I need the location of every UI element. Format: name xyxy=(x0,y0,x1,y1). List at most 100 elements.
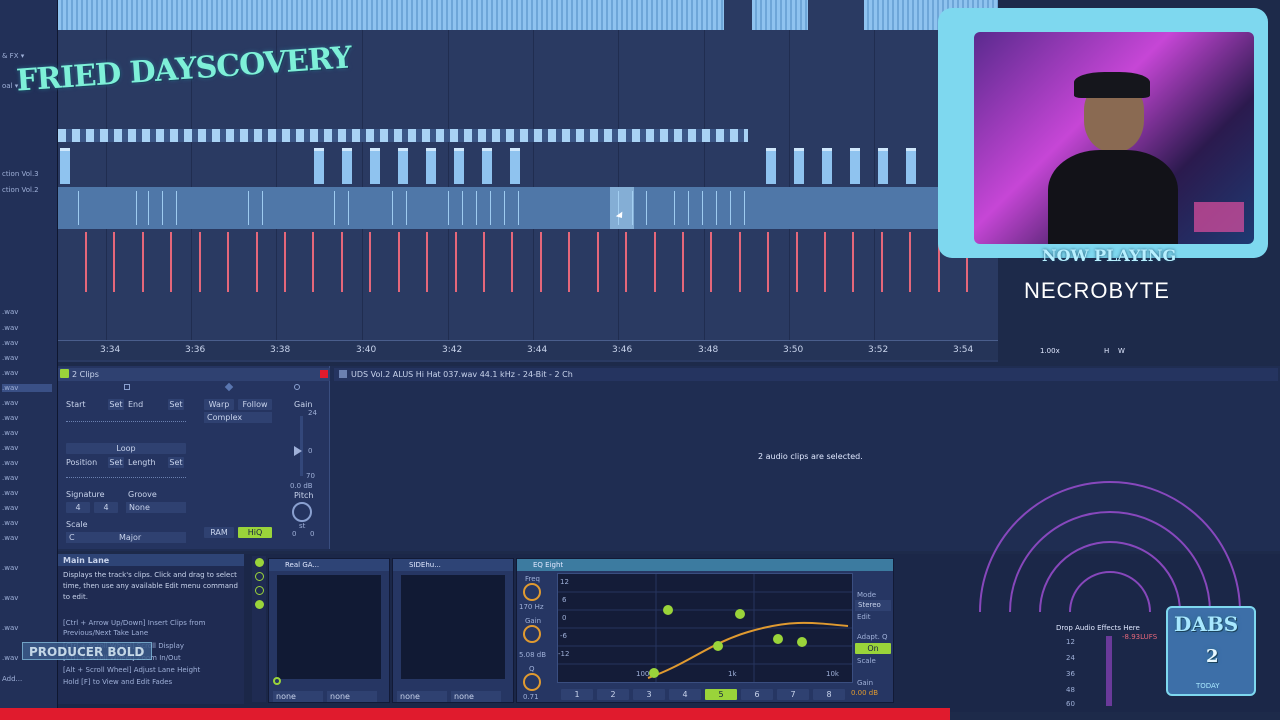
routing-dropdown[interactable]: none xyxy=(451,691,501,702)
eq-band-button[interactable]: 7 xyxy=(777,689,809,700)
scale-mode-dropdown[interactable]: Major xyxy=(116,532,186,543)
audio-clip[interactable] xyxy=(60,148,70,184)
audio-clip[interactable] xyxy=(426,148,436,184)
browser-item[interactable]: .wav xyxy=(2,489,18,497)
position-length-fields[interactable] xyxy=(66,470,186,478)
warp-button[interactable]: Warp xyxy=(204,399,234,410)
readout-button[interactable]: H xyxy=(1104,347,1109,355)
chain-icon[interactable] xyxy=(255,572,264,581)
browser-item[interactable]: & FX ▾ xyxy=(2,52,24,60)
audio-clip[interactable] xyxy=(878,148,888,184)
audio-clip[interactable] xyxy=(454,148,464,184)
audio-clip[interactable] xyxy=(794,148,804,184)
eq-curve[interactable] xyxy=(558,574,852,682)
pitch-coarse[interactable]: 0 xyxy=(292,530,296,538)
browser-item[interactable]: .wav xyxy=(2,354,18,362)
tempo-readout[interactable]: 1.00x xyxy=(1040,347,1060,355)
browser-item[interactable]: .wav xyxy=(2,534,18,542)
scale-root-dropdown[interactable]: C xyxy=(66,532,116,543)
browser-item[interactable]: .wav xyxy=(2,399,18,407)
audio-clip[interactable] xyxy=(58,0,724,30)
eq-adapt-toggle[interactable]: On xyxy=(855,643,891,654)
eq-band-button[interactable]: 3 xyxy=(633,689,665,700)
browser-item[interactable]: .wav xyxy=(2,369,18,377)
pitch-fine[interactable]: 0 xyxy=(310,530,314,538)
readout-button[interactable]: W xyxy=(1118,347,1125,355)
device-activator[interactable] xyxy=(255,558,264,567)
groove-dropdown[interactable]: None xyxy=(126,502,186,513)
browser-item[interactable]: .wav xyxy=(2,564,18,572)
audio-clip[interactable] xyxy=(752,0,808,30)
audio-clip[interactable] xyxy=(822,148,832,184)
routing-dropdown[interactable]: none xyxy=(273,691,323,702)
audio-clip[interactable] xyxy=(510,148,520,184)
eq-band-button-selected[interactable]: 5 xyxy=(705,689,737,700)
warp-mode-dropdown[interactable]: Complex xyxy=(204,412,272,423)
expand-icon[interactable] xyxy=(124,384,130,390)
browser-item[interactable]: .wav xyxy=(2,624,18,632)
ram-button[interactable]: RAM xyxy=(204,527,234,538)
selected-audio-lane[interactable] xyxy=(58,187,938,229)
gain-knob[interactable] xyxy=(523,625,541,643)
loop-button[interactable]: Loop xyxy=(66,443,186,454)
start-set-button[interactable]: Set xyxy=(108,399,124,410)
device-eq-eight[interactable]: EQ Eight Freq 170 Hz Gain 5.08 dB Q 0.71 xyxy=(516,558,894,703)
browser-item[interactable]: .wav xyxy=(2,429,18,437)
browser-item[interactable]: .wav xyxy=(2,459,18,467)
hiq-button[interactable]: HiQ xyxy=(238,527,272,538)
audio-clip[interactable] xyxy=(370,148,380,184)
browser-item[interactable]: .wav xyxy=(2,339,18,347)
eq-band-button[interactable]: 2 xyxy=(597,689,629,700)
device-real-ga[interactable]: Real GA... none none xyxy=(268,558,390,703)
chain-icon[interactable] xyxy=(255,600,264,609)
routing-dropdown[interactable]: none xyxy=(327,691,377,702)
eq-band-button[interactable]: 4 xyxy=(669,689,701,700)
browser-item-selected[interactable]: .wav xyxy=(2,384,52,392)
browser-item[interactable]: ction Vol.3 xyxy=(2,170,39,178)
browser-item[interactable]: .wav xyxy=(2,414,18,422)
gain-handle-icon[interactable] xyxy=(294,446,302,456)
midi-clip-row[interactable] xyxy=(58,129,748,142)
save-icon[interactable] xyxy=(294,384,300,390)
signature-numerator[interactable]: 4 xyxy=(66,502,90,513)
browser-item[interactable]: .wav xyxy=(2,504,18,512)
drop-effects-hint[interactable]: Drop Audio Effects Here xyxy=(1056,624,1140,632)
clip-color-swatch[interactable] xyxy=(60,369,69,378)
time-ruler[interactable]: 3:34 3:36 3:38 3:40 3:42 3:44 3:46 3:48 … xyxy=(58,340,998,360)
eq-band-button[interactable]: 1 xyxy=(561,689,593,700)
eq-band-button[interactable]: 6 xyxy=(741,689,773,700)
browser-add-button[interactable]: Add... xyxy=(2,675,22,683)
signature-denominator[interactable]: 4 xyxy=(94,502,118,513)
audio-clip[interactable] xyxy=(398,148,408,184)
selected-clip[interactable] xyxy=(610,187,634,229)
output-knob[interactable] xyxy=(273,677,281,685)
pitch-knob[interactable] xyxy=(292,502,312,522)
end-set-button[interactable]: Set xyxy=(168,399,184,410)
close-icon[interactable] xyxy=(320,370,328,378)
browser-item[interactable]: .wav xyxy=(2,308,18,316)
device-sidehu[interactable]: SIDEhu... none none xyxy=(392,558,514,703)
browser-item[interactable]: .wav xyxy=(2,594,18,602)
follow-button[interactable]: Follow xyxy=(238,399,272,410)
audio-clip[interactable] xyxy=(342,148,352,184)
length-set-button[interactable]: Set xyxy=(168,457,184,468)
browser-item[interactable]: .wav xyxy=(2,444,18,452)
audio-clip[interactable] xyxy=(850,148,860,184)
audio-clip[interactable] xyxy=(766,148,776,184)
browser-item[interactable]: .wav xyxy=(2,654,18,662)
eq-display[interactable]: 12 6 0 -6 -12 100 1k 10k xyxy=(557,573,853,683)
position-set-button[interactable]: Set xyxy=(108,457,124,468)
start-end-fields[interactable] xyxy=(66,414,186,422)
browser-item[interactable]: .wav xyxy=(2,474,18,482)
browser-item[interactable]: ction Vol.2 xyxy=(2,186,39,194)
browser-panel[interactable]: & FX ▾ oal ▾ ction Vol.3 ction Vol.2 .wa… xyxy=(0,0,58,720)
eq-mode-dropdown[interactable]: Stereo xyxy=(855,600,891,611)
browser-item[interactable]: .wav xyxy=(2,519,18,527)
browser-item[interactable]: .wav xyxy=(2,324,18,332)
audio-clip[interactable] xyxy=(314,148,324,184)
q-knob[interactable] xyxy=(523,673,541,691)
chain-icon[interactable] xyxy=(255,586,264,595)
eq-band-selector[interactable]: 1 2 3 4 5 6 7 8 xyxy=(557,685,853,701)
audio-clip[interactable] xyxy=(906,148,916,184)
audio-clip[interactable] xyxy=(482,148,492,184)
